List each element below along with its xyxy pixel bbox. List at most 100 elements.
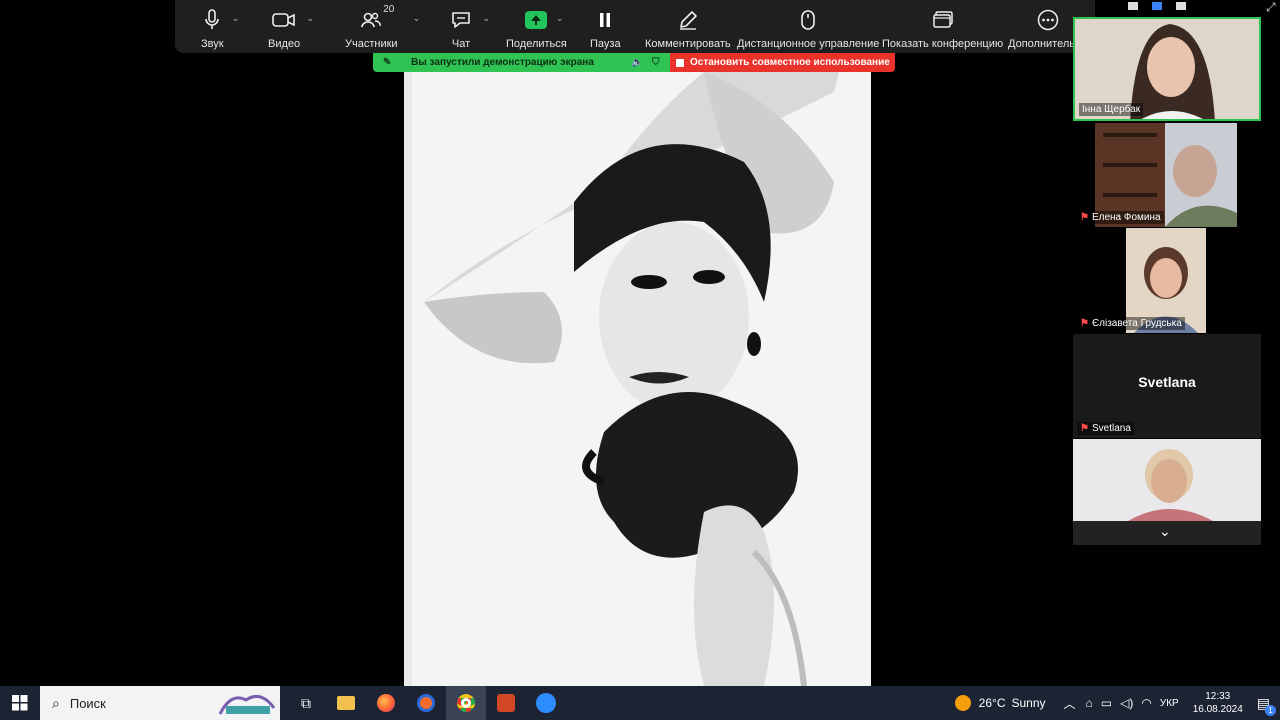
stop-sharing-button[interactable]: Остановить совместное использование	[670, 53, 895, 72]
speaker-view-icon[interactable]	[1152, 2, 1162, 10]
search-placeholder: Поиск	[69, 695, 106, 711]
participant-name: Єлізавета Грудська	[1091, 318, 1182, 329]
minimize-icon[interactable]	[1128, 2, 1138, 10]
screen-share-banner: ✎ Вы запустили демонстрацию экрана 🔈 ⛉ О…	[373, 53, 895, 72]
weather-desc[interactable]: Sunny	[1011, 696, 1045, 710]
participant-tile[interactable]: Інна Щербак	[1073, 17, 1261, 121]
language-indicator[interactable]: УКР	[1160, 698, 1179, 709]
participant-tile[interactable]: ⚑ Елена Фомина	[1073, 123, 1261, 227]
participants-button[interactable]: 20 ⌄ Участники	[345, 4, 420, 50]
show-conference-label: Показать конференцию	[882, 38, 1004, 50]
weather-icon[interactable]	[954, 695, 971, 711]
annotate-label: Комментировать	[645, 38, 731, 50]
participant-video	[1073, 439, 1261, 521]
eye-app-icon	[417, 694, 435, 712]
participant-name: Елена Фомина	[1091, 212, 1161, 223]
portrait-artwork	[404, 72, 871, 686]
pause-label: Пауза	[590, 38, 621, 50]
participant-tile[interactable]: Svetlana ⚑ Svetlana	[1073, 334, 1261, 438]
clock[interactable]: 12:33 16.08.2024	[1193, 690, 1243, 716]
participant-placeholder-name: Svetlana	[1138, 374, 1196, 390]
video-label: Видео	[268, 38, 301, 50]
chevron-down-icon[interactable]: ⌄	[556, 13, 564, 24]
participant-name-bar: ⚑ Svetlana	[1077, 422, 1134, 435]
system-tray: 26°C Sunny ︿ ⌂ ▭ ◁) ◠ УКР 12:33 16.08.20…	[954, 686, 1280, 720]
weather-temp[interactable]: 26°C	[979, 696, 1006, 710]
sharing-status: ✎ Вы запустили демонстрацию экрана 🔈 ⛉	[373, 53, 670, 72]
chrome-icon	[457, 694, 475, 712]
zoom-button[interactable]	[526, 686, 566, 720]
windows-taskbar: ⌕ Поиск ⧉ 26°C Sunny ︿ ⌂ ▭ ◁) ◠ УКР 12:3…	[0, 686, 1280, 720]
file-explorer-button[interactable]	[326, 686, 366, 720]
participants-icon: 20 ⌄	[360, 4, 420, 34]
meeting-toolbar: ⌄ Звук ⌄ Видео 20 ⌄ Участники ⌄ Чат ⌄ По…	[175, 0, 1095, 53]
zoom-icon	[536, 693, 556, 713]
chevron-down-icon[interactable]: ⌄	[307, 13, 315, 24]
show-conference-button[interactable]: Показать конференцию	[882, 6, 1003, 50]
participants-label: Участники	[345, 38, 398, 50]
volume-icon[interactable]: ◁)	[1120, 696, 1133, 710]
share-button[interactable]: ⌄ Поделиться	[506, 6, 567, 50]
pin-icon[interactable]: ✎	[383, 57, 391, 68]
task-view-icon: ⧉	[301, 694, 311, 711]
share-label: Поделиться	[506, 38, 567, 50]
zoom-meeting-screen: ⌄ Звук ⌄ Видео 20 ⌄ Участники ⌄ Чат ⌄ По…	[0, 0, 1280, 720]
remote-control-button[interactable]: Дистанционное управление	[737, 6, 879, 50]
muted-mic-icon: ⚑	[1080, 423, 1089, 434]
audio-label: Звук	[201, 38, 224, 50]
firefox-icon	[377, 694, 395, 712]
firefox-button[interactable]	[366, 686, 406, 720]
more-dots-icon	[1037, 6, 1059, 34]
folder-icon	[337, 696, 355, 710]
stop-sharing-label: Остановить совместное использование	[690, 57, 890, 68]
network-icon[interactable]: ⌂	[1086, 696, 1093, 710]
view-controls: ⤢	[1090, 0, 1280, 14]
clock-time: 12:33	[1205, 691, 1231, 702]
chat-button[interactable]: ⌄ Чат	[450, 6, 490, 50]
participant-name: Інна Щербак	[1079, 103, 1144, 116]
pencil-icon	[677, 6, 699, 34]
participant-name-bar: ⚑ Єлізавета Грудська	[1077, 317, 1185, 330]
chrome-button[interactable]	[446, 686, 486, 720]
muted-mic-icon: ⚑	[1080, 212, 1089, 223]
muted-mic-icon: ⚑	[1080, 318, 1089, 329]
search-icon: ⌕	[52, 694, 60, 711]
app-button[interactable]	[406, 686, 446, 720]
task-view-button[interactable]: ⧉	[286, 686, 326, 720]
expand-icon[interactable]: ⤢	[1266, 0, 1276, 15]
window-icon	[932, 6, 954, 34]
audio-button[interactable]: ⌄ Звук	[201, 6, 239, 50]
chevron-down-icon[interactable]: ⌄	[482, 13, 490, 24]
chevron-up-icon[interactable]: ︿	[1064, 695, 1076, 712]
taskbar-search[interactable]: ⌕ Поиск	[40, 686, 280, 720]
participant-name: Svetlana	[1091, 423, 1131, 434]
chat-icon: ⌄	[450, 6, 490, 34]
shared-screen-image	[404, 72, 871, 686]
microphone-icon: ⌄	[203, 6, 239, 34]
chevron-down-icon[interactable]: ⌄	[232, 13, 240, 24]
search-highlight-icon	[218, 694, 276, 715]
notification-icon[interactable]: ▤ 1	[1257, 695, 1276, 716]
powerpoint-button[interactable]	[486, 686, 526, 720]
participant-tile[interactable]: ⚑ Єлізавета Грудська	[1073, 228, 1261, 333]
participants-count: 20	[383, 4, 395, 15]
powerpoint-icon	[497, 694, 515, 712]
battery-icon[interactable]: ▭	[1101, 696, 1112, 710]
clock-date: 16.08.2024	[1192, 704, 1243, 715]
annotate-button[interactable]: Комментировать	[645, 6, 731, 50]
pause-icon	[597, 6, 613, 34]
chevron-down-icon[interactable]: ⌄	[1159, 523, 1171, 540]
chevron-down-icon[interactable]: ⌄	[413, 13, 421, 24]
notification-count: 1	[1265, 704, 1276, 716]
start-button[interactable]	[0, 686, 40, 720]
gallery-view-icon[interactable]	[1176, 2, 1186, 10]
speaker-icon[interactable]: 🔈	[631, 57, 643, 68]
wifi-icon[interactable]: ◠	[1141, 696, 1151, 710]
share-screen-icon: ⌄	[525, 6, 563, 34]
video-button[interactable]: ⌄ Видео	[268, 6, 314, 50]
pause-share-button[interactable]: Пауза	[590, 6, 621, 50]
participant-name-bar: ⚑ Елена Фомина	[1077, 211, 1164, 224]
participant-tile[interactable]: ⌄	[1073, 439, 1261, 545]
camera-icon: ⌄	[272, 6, 314, 34]
shield-icon: ⛉	[652, 57, 660, 68]
